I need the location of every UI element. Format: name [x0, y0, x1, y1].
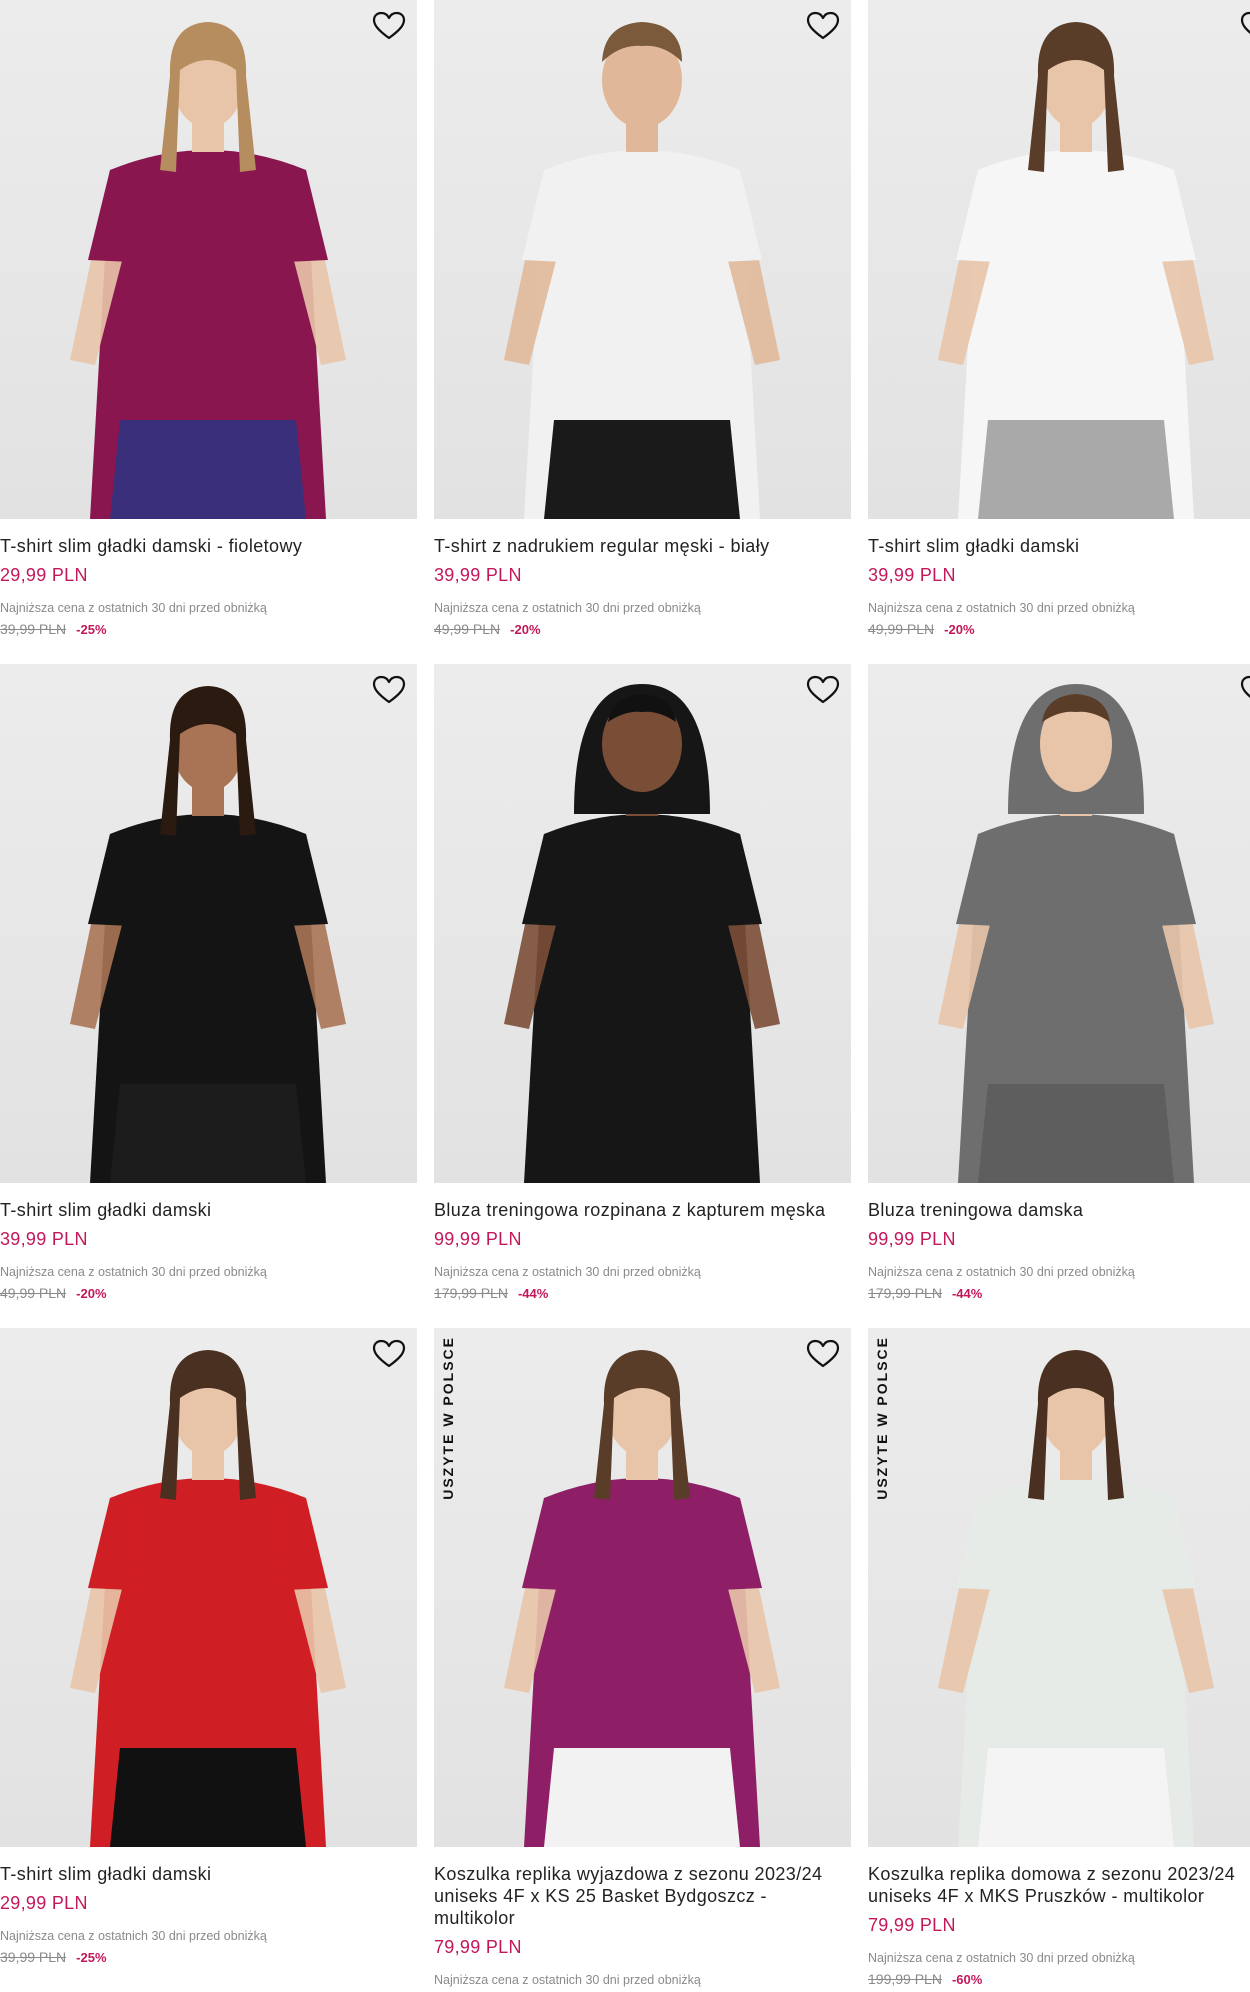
old-price: 49,99 PLN — [868, 621, 935, 637]
product-image[interactable] — [868, 664, 1250, 1183]
discount-badge: -44% — [951, 1286, 983, 1301]
product-price: 99,99 PLN — [868, 1229, 956, 1249]
product-card[interactable]: T-shirt slim gładki damski 29,99 PLN Najni… — [0, 1328, 417, 1992]
product-price: 29,99 PLN — [0, 565, 88, 585]
lowest-price-note: Najniższa cena z ostatnich 30 dni przed … — [0, 1929, 267, 1943]
product-title[interactable]: T-shirt z nadrukiem regular męski - biał… — [434, 535, 851, 557]
wishlist-heart-icon[interactable] — [371, 674, 407, 706]
wishlist-heart-icon[interactable] — [805, 674, 841, 706]
old-price: 39,99 PLN — [0, 621, 67, 637]
product-price: 79,99 PLN — [868, 1915, 956, 1935]
product-image[interactable]: USZYTE W POLSCE — [434, 1328, 851, 1847]
product-price: 99,99 PLN — [434, 1229, 522, 1249]
product-card[interactable]: T-shirt z nadrukiem regular męski - biał… — [434, 0, 851, 664]
discount-badge: -60% — [951, 1972, 983, 1987]
product-title[interactable]: T-shirt slim gładki damski — [0, 1863, 417, 1885]
wishlist-heart-icon[interactable] — [1239, 10, 1250, 42]
discount-badge: -44% — [517, 1286, 549, 1301]
old-price-row: 49,99 PLN -20% — [434, 621, 541, 637]
product-title[interactable]: T-shirt slim gładki damski — [868, 535, 1250, 557]
discount-badge: -25% — [76, 1950, 107, 1965]
product-title[interactable]: Koszulka replika domowa z sezonu 2023/24… — [868, 1863, 1250, 1907]
product-card[interactable]: Bluza treningowa rozpinana z kapturem mę… — [434, 664, 851, 1328]
old-price: 179,99 PLN — [434, 1285, 508, 1301]
old-price-row: 199,99 PLN -60% — [868, 1971, 982, 1987]
lowest-price-note: Najniższa cena z ostatnich 30 dni przed … — [0, 601, 267, 615]
lowest-price-note: Najniższa cena z ostatnich 30 dni przed … — [868, 601, 1135, 615]
product-price: 79,99 PLN — [434, 1937, 522, 1957]
product-card[interactable]: USZYTE W POLSCE Koszulka replika domowa z… — [868, 1328, 1250, 1992]
product-price: 39,99 PLN — [434, 565, 522, 585]
product-image[interactable]: USZYTE W POLSCE — [868, 1328, 1250, 1847]
product-price: 29,99 PLN — [0, 1893, 88, 1913]
old-price: 199,99 PLN — [868, 1971, 942, 1987]
product-card[interactable]: USZYTE W POLSCE Koszulka replika wyjazdow… — [434, 1328, 851, 1992]
old-price: 39,99 PLN — [0, 1949, 67, 1965]
old-price-row: 39,99 PLN -25% — [0, 1949, 107, 1965]
product-card[interactable]: T-shirt slim gładki damski 39,99 PLN Najni… — [0, 664, 417, 1328]
old-price-row: 179,99 PLN -44% — [434, 1285, 548, 1301]
old-price-row: 179,99 PLN -44% — [868, 1285, 982, 1301]
old-price-row: 39,99 PLN -25% — [0, 621, 107, 637]
product-image[interactable] — [0, 1328, 417, 1847]
product-title[interactable]: Koszulka replika wyjazdowa z sezonu 2023… — [434, 1863, 851, 1929]
lowest-price-note: Najniższa cena z ostatnich 30 dni przed … — [868, 1951, 1135, 1965]
old-price: 179,99 PLN — [868, 1285, 942, 1301]
product-price: 39,99 PLN — [0, 1229, 88, 1249]
lowest-price-note: Najniższa cena z ostatnich 30 dni przed … — [434, 1265, 701, 1279]
wishlist-heart-icon[interactable] — [805, 1338, 841, 1370]
made-in-poland-badge: USZYTE W POLSCE — [440, 1336, 456, 1500]
product-title[interactable]: T-shirt slim gładki damski - fioletowy — [0, 535, 417, 557]
product-card[interactable]: T-shirt slim gładki damski 39,99 PLN Najni… — [868, 0, 1250, 664]
product-card[interactable]: T-shirt slim gładki damski - fioletowy 29… — [0, 0, 417, 664]
product-card[interactable]: Bluza treningowa damska 99,99 PLN Najniższ… — [868, 664, 1250, 1328]
product-image[interactable] — [868, 0, 1250, 519]
discount-badge: -25% — [76, 622, 107, 637]
wishlist-heart-icon[interactable] — [1239, 674, 1250, 706]
discount-badge: -20% — [944, 622, 975, 637]
old-price: 49,99 PLN — [434, 621, 501, 637]
product-title[interactable]: T-shirt slim gładki damski — [0, 1199, 417, 1221]
lowest-price-note: Najniższa cena z ostatnich 30 dni przed … — [868, 1265, 1135, 1279]
discount-badge: -20% — [510, 622, 541, 637]
wishlist-heart-icon[interactable] — [371, 1338, 407, 1370]
lowest-price-note: Najniższa cena z ostatnich 30 dni przed … — [434, 1973, 701, 1987]
product-title[interactable]: Bluza treningowa rozpinana z kapturem mę… — [434, 1199, 851, 1221]
product-title[interactable]: Bluza treningowa damska — [868, 1199, 1250, 1221]
made-in-poland-badge: USZYTE W POLSCE — [874, 1336, 890, 1500]
product-image[interactable] — [434, 0, 851, 519]
discount-badge: -20% — [76, 1286, 107, 1301]
product-image[interactable] — [0, 664, 417, 1183]
wishlist-heart-icon[interactable] — [371, 10, 407, 42]
lowest-price-note: Najniższa cena z ostatnich 30 dni przed … — [434, 601, 701, 615]
product-image[interactable] — [0, 0, 417, 519]
product-price: 39,99 PLN — [868, 565, 956, 585]
old-price-row: 49,99 PLN -20% — [0, 1285, 107, 1301]
wishlist-heart-icon[interactable] — [805, 10, 841, 42]
old-price-row: 49,99 PLN -20% — [868, 621, 975, 637]
lowest-price-note: Najniższa cena z ostatnich 30 dni przed … — [0, 1265, 267, 1279]
product-image[interactable] — [434, 664, 851, 1183]
old-price: 49,99 PLN — [0, 1285, 67, 1301]
